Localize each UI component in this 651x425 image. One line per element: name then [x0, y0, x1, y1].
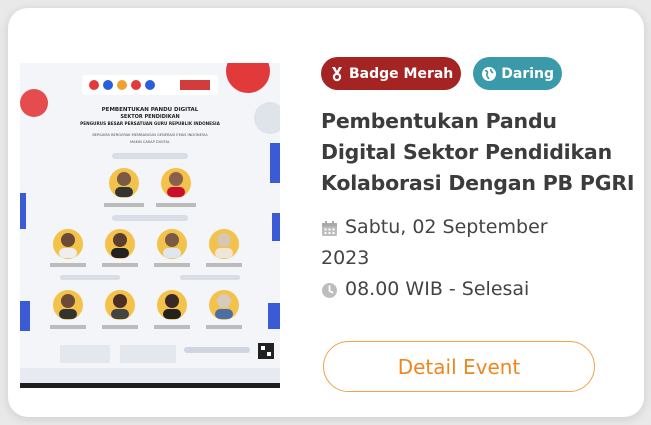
calendar-icon: [322, 221, 337, 236]
event-poster-image[interactable]: PEMBENTUKAN PANDU DIGITAL SEKTOR PENDIDI…: [20, 63, 280, 388]
event-card[interactable]: PEMBENTUKAN PANDU DIGITAL SEKTOR PENDIDI…: [8, 8, 644, 417]
badge-merah: Badge Merah: [321, 57, 462, 90]
detail-event-button[interactable]: Detail Event: [323, 341, 595, 392]
poster-title-line: PEMBENTUKAN PANDU DIGITAL: [102, 107, 199, 113]
medal-icon: [332, 66, 342, 81]
poster-tagline: BERSAMA BERGERAK MEMBANGUN GENERASI EMAS…: [92, 133, 208, 137]
poster-title-line: PENGURUS BESAR PERSATUAN GURU REPUBLIK I…: [80, 121, 220, 126]
event-meta: Sabtu, 02 September 2023 08.00 WIB - Sel…: [321, 212, 641, 305]
badge-merah-label: Badge Merah: [349, 65, 454, 82]
event-date-line: 2023: [321, 247, 370, 269]
event-info: Badge Merah Daring Pembentukan Pandu Dig…: [321, 57, 641, 305]
clock-icon: [322, 283, 337, 298]
poster-graphic: PEMBENTUKAN PANDU DIGITAL SEKTOR PENDIDI…: [20, 63, 280, 388]
badge-daring-label: Daring: [501, 65, 555, 82]
event-date-line: Sabtu, 02 September: [345, 216, 548, 238]
event-title[interactable]: Pembentukan Pandu Digital Sektor Pendidi…: [321, 106, 641, 199]
poster-subtitle: MAKIN CAKAP DIGITAL: [130, 140, 170, 144]
poster-title-line: SEKTOR PENDIDIKAN: [120, 114, 179, 120]
badge-group: Badge Merah Daring: [321, 57, 641, 90]
event-title-line: Digital Sektor Pendidikan: [321, 140, 612, 164]
globe-icon: [482, 66, 497, 81]
event-time-label: 08.00 WIB - Selesai: [345, 278, 530, 300]
event-title-line: Kolaborasi Dengan PB PGRI: [321, 171, 635, 195]
event-date: Sabtu, 02 September: [321, 212, 641, 243]
badge-daring: Daring: [473, 57, 563, 90]
event-title-line: Pembentukan Pandu: [321, 109, 557, 133]
event-time: 08.00 WIB - Selesai: [321, 274, 641, 305]
